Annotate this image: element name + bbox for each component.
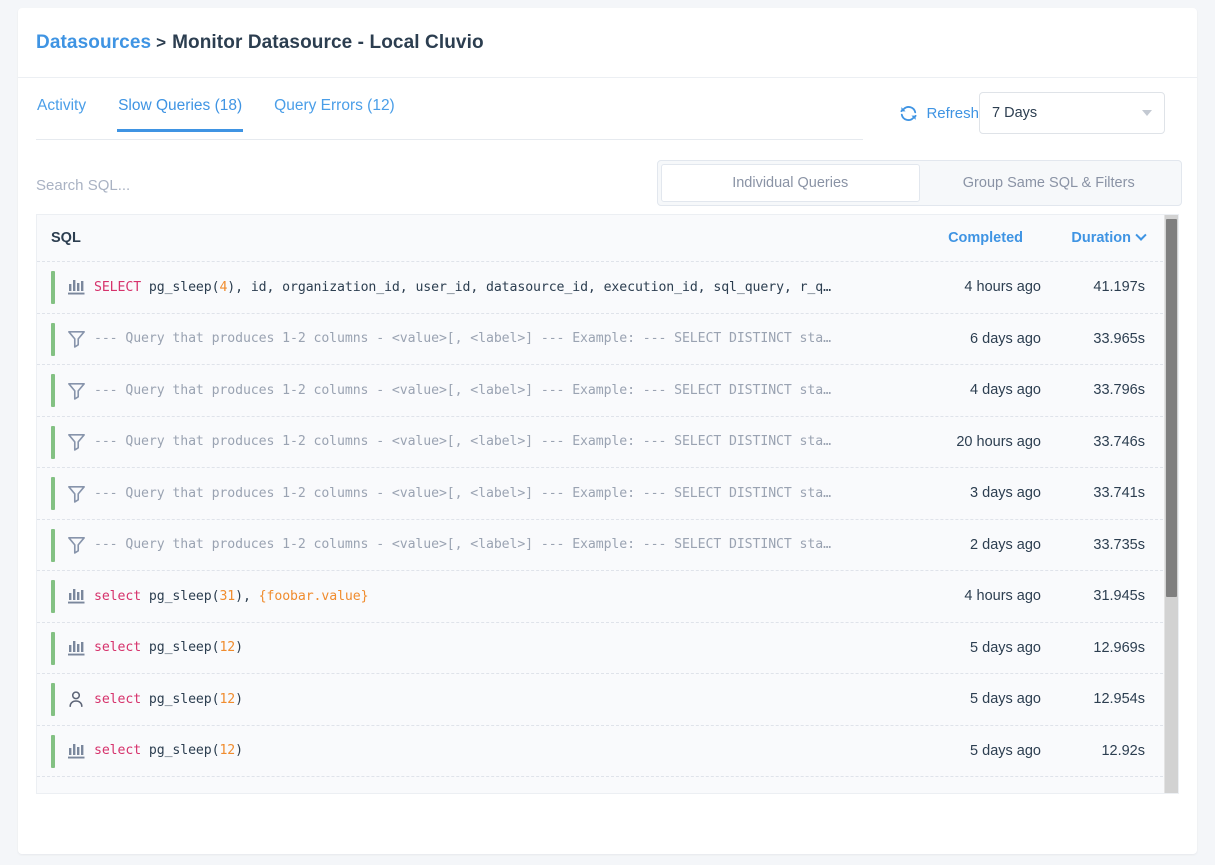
column-header-completed[interactable]: Completed xyxy=(948,230,1023,246)
user-icon xyxy=(65,688,87,710)
table-row[interactable]: select pg_sleep(31), {foobar.value} 4 hou… xyxy=(37,571,1178,623)
row-duration: 12.969s xyxy=(1093,639,1145,656)
table-row[interactable]: --- Query that produces 1-2 columns - <v… xyxy=(37,468,1178,520)
monitor-datasource-card: Datasources > Monitor Datasource - Local… xyxy=(18,8,1197,854)
row-status-marker xyxy=(51,271,55,304)
breadcrumb: Datasources > Monitor Datasource - Local… xyxy=(18,8,1197,78)
chevron-down-icon xyxy=(1135,229,1147,241)
row-status-marker xyxy=(51,477,55,510)
view-mode-segmented-control: Individual Queries Group Same SQL & Filt… xyxy=(657,160,1182,206)
column-header-duration[interactable]: Duration xyxy=(1071,229,1147,246)
row-sql-text: select pg_sleep(12) xyxy=(94,640,243,656)
column-header-sql: SQL xyxy=(51,230,81,246)
row-completed: 5 days ago xyxy=(970,639,1041,656)
breadcrumb-link-datasources[interactable]: Datasources xyxy=(36,32,151,54)
filter-icon xyxy=(65,431,87,453)
tab-activity[interactable]: Activity xyxy=(36,94,87,132)
time-range-value: 7 Days xyxy=(992,105,1038,121)
row-status-marker xyxy=(51,631,55,665)
row-duration: 33.735s xyxy=(1093,536,1145,553)
search-input[interactable] xyxy=(36,176,636,194)
app-page: Datasources > Monitor Datasource - Local… xyxy=(0,0,1215,865)
bar-chart-icon xyxy=(65,585,87,607)
row-duration: 33.796s xyxy=(1093,382,1145,399)
row-status-marker xyxy=(51,528,55,562)
row-duration: 33.741s xyxy=(1093,485,1145,502)
refresh-icon xyxy=(899,104,918,123)
row-completed: 20 hours ago xyxy=(956,433,1041,450)
tab-bar: Activity Slow Queries (18) Query Errors … xyxy=(36,94,863,140)
tab-slow-queries[interactable]: Slow Queries (18) xyxy=(117,94,244,132)
row-duration: 12.92s xyxy=(1101,742,1145,759)
refresh-button[interactable]: Refresh xyxy=(899,104,979,123)
row-duration: 33.965s xyxy=(1093,330,1145,347)
page-title: Monitor Datasource - Local Cluvio xyxy=(172,31,484,53)
table-row[interactable]: --- Query that produces 1-2 columns - <v… xyxy=(37,313,1178,365)
row-status-marker xyxy=(51,683,55,716)
slow-queries-table: SQL Completed Duration SELECT pg_sleep(4… xyxy=(36,214,1179,794)
time-range-select[interactable]: 7 Days xyxy=(979,92,1165,134)
filter-icon xyxy=(65,328,87,350)
row-duration: 12.954s xyxy=(1093,691,1145,708)
table-row[interactable]: --- Query that produces 1-2 columns - <v… xyxy=(37,519,1178,571)
refresh-label: Refresh xyxy=(926,105,979,122)
row-sql-text: select pg_sleep(12) xyxy=(94,743,243,759)
row-completed: 3 days ago xyxy=(970,485,1041,502)
row-sql-text: --- Query that produces 1-2 columns - <v… xyxy=(94,331,831,347)
row-status-marker xyxy=(51,425,55,459)
row-completed: 6 days ago xyxy=(970,330,1041,347)
row-duration: 41.197s xyxy=(1093,279,1145,296)
bar-chart-icon xyxy=(65,637,87,659)
row-sql-text: select pg_sleep(12) xyxy=(94,691,243,707)
table-body: SELECT pg_sleep(4), id, organization_id,… xyxy=(37,262,1178,777)
table-row[interactable]: select pg_sleep(12) 5 days ago 12.969s xyxy=(37,622,1178,674)
row-completed: 4 days ago xyxy=(970,382,1041,399)
table-row[interactable]: SELECT pg_sleep(4), id, organization_id,… xyxy=(37,262,1178,314)
table-header: SQL Completed Duration xyxy=(37,215,1178,262)
row-status-marker xyxy=(51,322,55,356)
row-sql-text: select pg_sleep(31), {foobar.value} xyxy=(94,588,369,604)
row-completed: 4 hours ago xyxy=(964,588,1041,605)
row-completed: 5 days ago xyxy=(970,691,1041,708)
tabs-toolbar-row: Activity Slow Queries (18) Query Errors … xyxy=(18,78,1197,156)
row-status-marker xyxy=(51,734,55,768)
row-sql-text: --- Query that produces 1-2 columns - <v… xyxy=(94,537,831,553)
row-sql-text: --- Query that produces 1-2 columns - <v… xyxy=(94,434,831,450)
bar-chart-icon xyxy=(65,740,87,762)
segment-individual-queries[interactable]: Individual Queries xyxy=(661,164,920,202)
filter-icon xyxy=(65,534,87,556)
row-completed: 5 days ago xyxy=(970,742,1041,759)
tab-query-errors[interactable]: Query Errors (12) xyxy=(273,94,396,132)
row-sql-text: SELECT pg_sleep(4), id, organization_id,… xyxy=(94,279,831,295)
row-duration: 31.945s xyxy=(1093,588,1145,605)
breadcrumb-separator: > xyxy=(156,32,167,52)
row-sql-text: --- Query that produces 1-2 columns - <v… xyxy=(94,382,831,398)
table-row[interactable]: --- Query that produces 1-2 columns - <v… xyxy=(37,416,1178,468)
caret-down-icon xyxy=(1142,110,1152,116)
column-header-duration-label: Duration xyxy=(1071,230,1131,246)
row-completed: 4 hours ago xyxy=(964,279,1041,296)
table-scrollbar-thumb[interactable] xyxy=(1166,219,1177,597)
search-field-wrapper xyxy=(36,164,636,206)
row-status-marker xyxy=(51,374,55,407)
table-row[interactable]: select pg_sleep(12) 5 days ago 12.954s xyxy=(37,674,1178,726)
row-completed: 2 days ago xyxy=(970,536,1041,553)
filter-icon xyxy=(65,482,87,504)
filter-icon xyxy=(65,379,87,401)
row-duration: 33.746s xyxy=(1093,433,1145,450)
row-status-marker xyxy=(51,580,55,613)
table-row[interactable]: --- Query that produces 1-2 columns - <v… xyxy=(37,365,1178,417)
search-filter-row: Individual Queries Group Same SQL & Filt… xyxy=(18,156,1197,214)
bar-chart-icon xyxy=(65,276,87,298)
table-row[interactable]: select pg_sleep(12) 5 days ago 12.92s xyxy=(37,725,1178,777)
table-scrollbar[interactable] xyxy=(1164,215,1178,793)
row-sql-text: --- Query that produces 1-2 columns - <v… xyxy=(94,485,831,501)
segment-group-same-sql[interactable]: Group Same SQL & Filters xyxy=(920,164,1179,202)
